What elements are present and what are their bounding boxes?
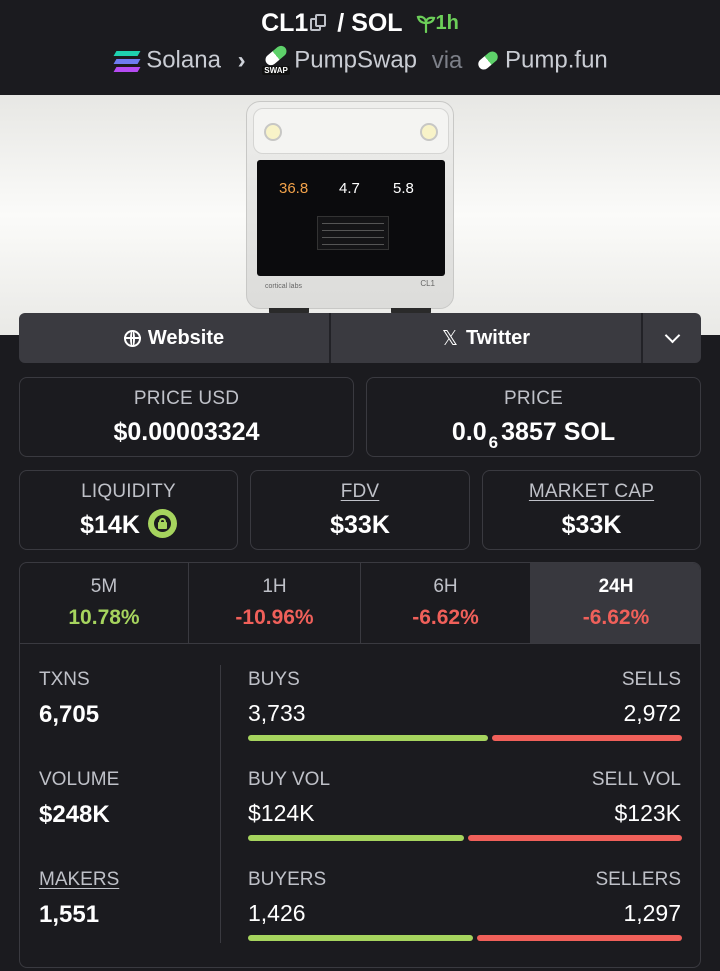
website-button[interactable]: Website <box>19 313 329 363</box>
device-illustration: 36.8 4.7 5.8 cortical labs CL1 <box>246 101 454 316</box>
buyers-label: BUYERS <box>248 869 327 890</box>
makers-value: 1,551 <box>39 901 100 928</box>
tab-label: 5M <box>90 576 118 597</box>
fdv-value: $33K <box>330 511 390 539</box>
market-cap-value: $33K <box>561 511 622 539</box>
txns-value: 6,705 <box>39 701 100 728</box>
x-logo-icon: 𝕏 <box>441 327 459 350</box>
via-label: via <box>431 46 463 74</box>
pumpswap-icon: SWAP <box>262 43 290 75</box>
tab-label: 6H <box>433 576 458 597</box>
sellers-bar <box>477 935 682 941</box>
dex-link[interactable]: PumpSwap <box>294 47 417 74</box>
buy-vol-bar <box>248 835 464 841</box>
tab-1h[interactable]: 1H -10.96% <box>189 563 360 643</box>
price-native-label: PRICE <box>503 388 564 409</box>
sells-bar <box>492 735 682 741</box>
fdv-label[interactable]: FDV <box>251 481 469 503</box>
base-symbol: CL1 <box>261 8 309 37</box>
stats-panel: 5M 10.78% 1H -10.96% 6H -6.62% 24H -6.62… <box>19 562 701 968</box>
volume-value: $248K <box>39 801 110 828</box>
buys-label: BUYS <box>248 669 300 690</box>
market-cap-card: MARKET CAP $33K <box>482 470 701 550</box>
breadcrumb: Solana › SWAP PumpSwap via Pump.fun <box>0 43 720 75</box>
price-native-value: 0.0 6 3857 SOL <box>451 418 616 452</box>
buy-vol-label: BUY VOL <box>248 769 331 790</box>
price-native-card: PRICE 0.0 6 3857 SOL <box>366 377 701 457</box>
tab-5m[interactable]: 5M 10.78% <box>20 563 188 643</box>
chain-link[interactable]: Solana <box>146 47 221 74</box>
sell-vol-value: $123K <box>614 800 681 826</box>
fdv-card: FDV $33K <box>250 470 470 550</box>
tab-change: -6.62% <box>412 606 479 629</box>
copy-icon[interactable] <box>310 14 327 32</box>
pumpfun-icon <box>476 49 501 72</box>
website-label: Website <box>147 326 225 349</box>
pair-title: CL1 / SOL 1h <box>0 8 720 38</box>
chevron-down-icon <box>664 327 680 343</box>
buyers-value: 1,426 <box>248 900 306 926</box>
twitter-label: Twitter <box>466 326 531 349</box>
twitter-button[interactable]: 𝕏 Twitter <box>331 313 641 363</box>
social-links-bar: Website 𝕏 Twitter <box>19 313 701 363</box>
tab-label: 24H <box>598 576 634 597</box>
quote-symbol: SOL <box>351 8 403 37</box>
volume-label: VOLUME <box>39 769 120 790</box>
screen-value: 36.8 <box>279 180 309 197</box>
column-divider <box>220 665 221 943</box>
sells-label: SELLS <box>621 669 681 690</box>
device-screen: 36.8 4.7 5.8 <box>257 160 445 276</box>
pair-age: 1h <box>435 11 459 34</box>
globe-icon <box>123 329 141 347</box>
liquidity-card: LIQUIDITY $14K <box>19 470 238 550</box>
txns-label: TXNS <box>39 669 90 690</box>
sell-vol-bar <box>468 835 682 841</box>
chevron-right-icon: › <box>237 46 246 74</box>
sprout-icon <box>416 16 435 34</box>
liquidity-value: $14K <box>80 511 140 539</box>
tab-change: 10.78% <box>68 606 140 629</box>
sellers-label: SELLERS <box>595 869 681 890</box>
price-usd-card: PRICE USD $0.00003324 <box>19 377 354 457</box>
sellers-value: 1,297 <box>623 900 681 926</box>
sells-value: 2,972 <box>623 700 681 726</box>
buys-value: 3,733 <box>248 700 306 726</box>
launchpad-link[interactable]: Pump.fun <box>505 47 608 74</box>
tab-24h[interactable]: 24H -6.62% <box>530 563 700 643</box>
tab-6h[interactable]: 6H -6.62% <box>361 563 530 643</box>
price-usd-label: PRICE USD <box>133 388 240 409</box>
tab-label: 1H <box>262 576 287 597</box>
price-usd-value: $0.00003324 <box>113 418 260 446</box>
timeframe-tabs: 5M 10.78% 1H -10.96% 6H -6.62% 24H -6.62… <box>20 563 700 644</box>
market-cap-label[interactable]: MARKET CAP <box>483 481 700 503</box>
zero-count: 6 <box>488 433 499 452</box>
solana-icon <box>112 50 142 72</box>
buy-vol-value: $124K <box>248 800 315 826</box>
screen-value: 4.7 <box>339 180 360 197</box>
sell-vol-label: SELL VOL <box>591 769 681 790</box>
liquidity-label: LIQUIDITY <box>81 481 176 502</box>
buyers-bar <box>248 935 473 941</box>
pair-separator: / <box>337 8 345 37</box>
device-model: CL1 <box>420 279 435 288</box>
tab-change: -10.96% <box>235 606 314 629</box>
token-banner-image: 36.8 4.7 5.8 cortical labs CL1 <box>0 95 720 335</box>
lock-icon[interactable] <box>147 508 177 538</box>
device-brand: cortical labs <box>265 283 302 290</box>
makers-label[interactable]: MAKERS <box>39 869 119 891</box>
tab-change: -6.62% <box>582 606 650 629</box>
more-links-button[interactable] <box>643 313 701 363</box>
buys-bar <box>248 735 488 741</box>
screen-value: 5.8 <box>393 180 414 197</box>
pair-header: CL1 / SOL 1h Solana › SWAP PumpSwap via P… <box>0 0 720 95</box>
